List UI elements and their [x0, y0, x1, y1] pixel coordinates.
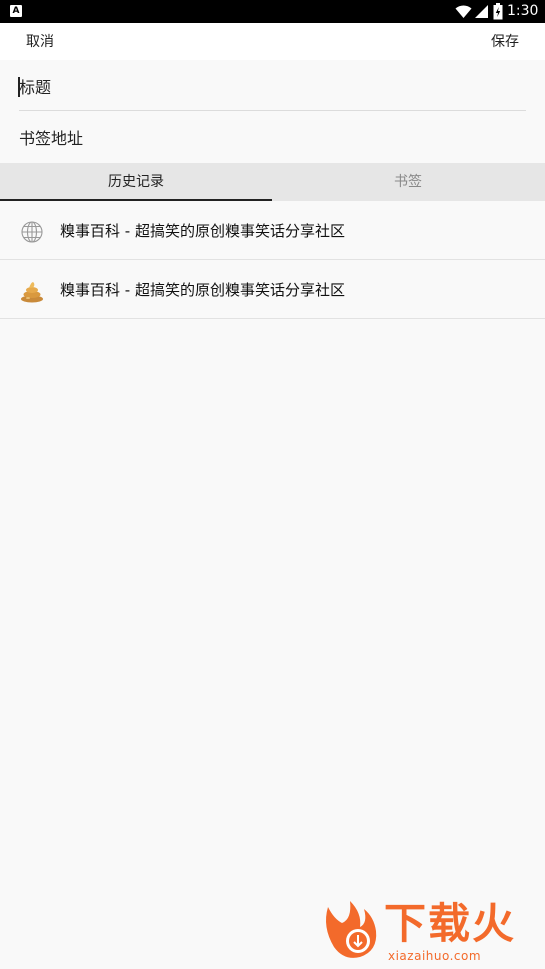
bookmark-url-input[interactable] [19, 120, 526, 156]
action-bar: 取消 保存 [0, 23, 545, 60]
clock: 1:30 [507, 3, 539, 19]
title-input[interactable] [19, 69, 526, 105]
tab-bar: 历史记录 书签 [0, 163, 545, 201]
text-caret [18, 77, 20, 97]
history-item-title: 糗事百科 - 超搞笑的原创糗事笑话分享社区 [60, 222, 345, 240]
save-button[interactable]: 保存 [491, 33, 519, 51]
poop-icon [21, 282, 43, 303]
field-divider [19, 110, 526, 111]
watermark-title: 下载火 [384, 899, 517, 948]
list-item[interactable]: 糗事百科 - 超搞笑的原创糗事笑话分享社区 [0, 201, 545, 260]
tab-bookmarks[interactable]: 书签 [272, 163, 544, 201]
list-item[interactable]: 糗事百科 - 超搞笑的原创糗事笑话分享社区 [0, 260, 545, 319]
tab-history[interactable]: 历史记录 [0, 163, 272, 201]
globe-icon [21, 221, 43, 243]
notification-icon: A [10, 5, 22, 17]
status-bar: A 1:30 [0, 0, 545, 23]
bookmark-form [0, 60, 545, 163]
cancel-button[interactable]: 取消 [26, 33, 54, 51]
history-item-title: 糗事百科 - 超搞笑的原创糗事笑话分享社区 [60, 281, 345, 299]
watermark-logo: 下载火 xiazaihuo.com [320, 897, 545, 969]
signal-icon [475, 5, 488, 18]
battery-icon [493, 3, 503, 20]
watermark-url: xiazaihuo.com [388, 949, 482, 963]
history-list: 糗事百科 - 超搞笑的原创糗事笑话分享社区 糗事百科 - 超搞笑的原创糗事笑话分… [0, 201, 545, 319]
wifi-icon [455, 5, 472, 19]
fire-logo-icon [326, 901, 377, 958]
